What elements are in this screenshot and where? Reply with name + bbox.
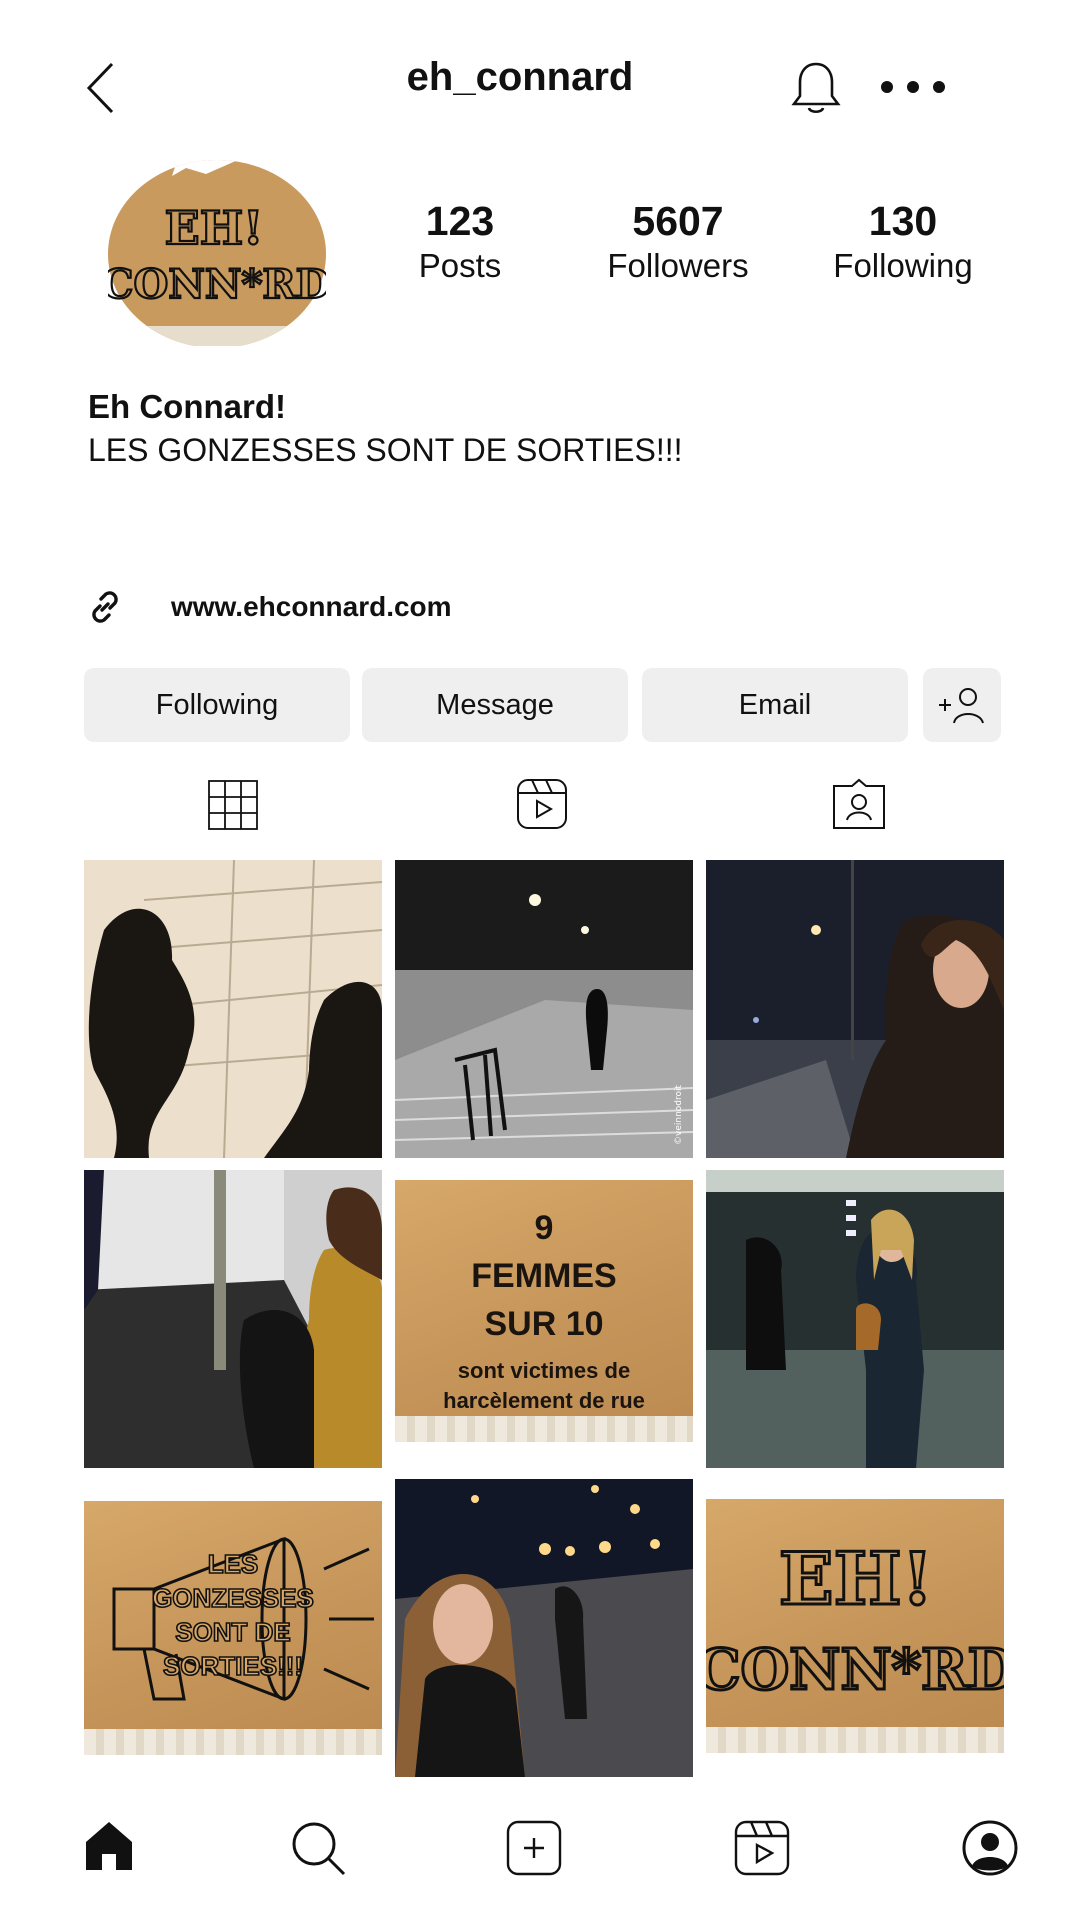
nav-create[interactable] bbox=[506, 1820, 562, 1876]
torn-edge bbox=[395, 1416, 693, 1442]
post-image-woman-street bbox=[395, 1479, 693, 1777]
svg-text:©veinnodroit: ©veinnodroit bbox=[674, 1084, 684, 1145]
profile-bio: LES GONZESSES SONT DE SORTIES!!! bbox=[88, 432, 683, 468]
post-tile-1[interactable] bbox=[84, 860, 382, 1158]
post7-line4: SORTIES!!! bbox=[162, 1650, 304, 1682]
stat-posts[interactable]: 123 Posts bbox=[360, 197, 560, 287]
suggest-people-button[interactable] bbox=[923, 668, 1001, 742]
svg-text:CONN*RD: CONN*RD bbox=[108, 261, 326, 308]
email-button[interactable]: Email bbox=[642, 668, 908, 742]
avatar-image: EH! CONN*RD bbox=[101, 160, 331, 348]
nav-reels[interactable] bbox=[734, 1820, 790, 1876]
message-button[interactable]: Message bbox=[362, 668, 628, 742]
post-tile-4[interactable] bbox=[84, 1170, 382, 1468]
post7-line2: GONZESSES bbox=[151, 1582, 314, 1614]
link-icon bbox=[92, 591, 118, 623]
reels-icon bbox=[734, 1820, 790, 1876]
home-icon bbox=[86, 1822, 132, 1870]
bell-icon bbox=[791, 62, 841, 114]
posts-label: Posts bbox=[418, 247, 502, 284]
followers-count: 5607 bbox=[632, 198, 724, 244]
post5-line3: SUR 10 bbox=[484, 1305, 604, 1343]
nav-search[interactable] bbox=[290, 1820, 346, 1876]
profile-icon bbox=[962, 1820, 1018, 1876]
post-image-woman-night bbox=[706, 860, 1004, 1158]
post5-line4: sont victimes de bbox=[457, 1358, 631, 1383]
post5-line5: harcèlement de rue bbox=[443, 1388, 645, 1413]
add-user-icon bbox=[939, 688, 984, 724]
post-image-stairs: ©veinnodroit bbox=[395, 860, 693, 1158]
post-tile-3[interactable] bbox=[706, 860, 1004, 1158]
followers-label: Followers bbox=[607, 247, 749, 284]
search-icon bbox=[292, 1822, 346, 1876]
tab-grid[interactable] bbox=[208, 780, 258, 830]
posts-count: 123 bbox=[425, 198, 495, 244]
svg-text:EH!: EH! bbox=[779, 1536, 934, 1621]
logo-text-graphic: EH! CONN*RD bbox=[706, 1535, 1004, 1705]
tagged-icon bbox=[833, 778, 885, 829]
post-tile-7[interactable]: LES GONZESSES SONT DE SORTIES!!! bbox=[84, 1479, 382, 1777]
grid-icon bbox=[208, 780, 258, 830]
post-tile-5[interactable]: 9 FEMMES SUR 10 sont victimes de harcèle… bbox=[395, 1170, 693, 1468]
more-options-button[interactable] bbox=[880, 80, 946, 94]
following-button[interactable]: Following bbox=[84, 668, 350, 742]
notifications-button[interactable] bbox=[790, 60, 842, 116]
post5-number: 9 bbox=[534, 1209, 554, 1247]
svg-text:CONN*RD: CONN*RD bbox=[706, 1637, 1004, 1703]
post-tile-2[interactable]: ©veinnodroit bbox=[395, 860, 693, 1158]
more-dots-icon bbox=[881, 81, 945, 93]
post-tile-8[interactable] bbox=[395, 1479, 693, 1777]
link-icon-wrap bbox=[86, 588, 124, 626]
post5-line2: FEMMES bbox=[471, 1257, 617, 1295]
post7-line3: SONT DE bbox=[174, 1616, 291, 1648]
tab-reels[interactable] bbox=[516, 778, 568, 830]
avatar[interactable]: EH! CONN*RD bbox=[101, 158, 331, 348]
stat-followers[interactable]: 5607 Followers bbox=[578, 197, 778, 287]
plus-square-icon bbox=[506, 1820, 562, 1876]
following-count: 130 bbox=[868, 198, 938, 244]
profile-display-name: Eh Connard! bbox=[88, 388, 286, 425]
post-image-woman-underpass bbox=[706, 1170, 1004, 1468]
svg-text:EH!: EH! bbox=[165, 201, 264, 255]
nav-profile[interactable] bbox=[962, 1820, 1018, 1876]
nav-home[interactable] bbox=[84, 1820, 134, 1872]
post7-line1: LES bbox=[207, 1548, 259, 1580]
stat-following[interactable]: 130 Following bbox=[803, 197, 1003, 287]
post-tile-6[interactable] bbox=[706, 1170, 1004, 1468]
tab-tagged[interactable] bbox=[832, 778, 886, 830]
profile-website-link[interactable]: www.ehconnard.com bbox=[171, 591, 452, 623]
reels-icon bbox=[517, 779, 567, 829]
following-label: Following bbox=[833, 247, 973, 284]
post-tile-9[interactable]: EH! CONN*RD bbox=[706, 1479, 1004, 1777]
post-image-shadows bbox=[88, 860, 382, 1158]
post-image-tunnel bbox=[84, 1170, 382, 1468]
